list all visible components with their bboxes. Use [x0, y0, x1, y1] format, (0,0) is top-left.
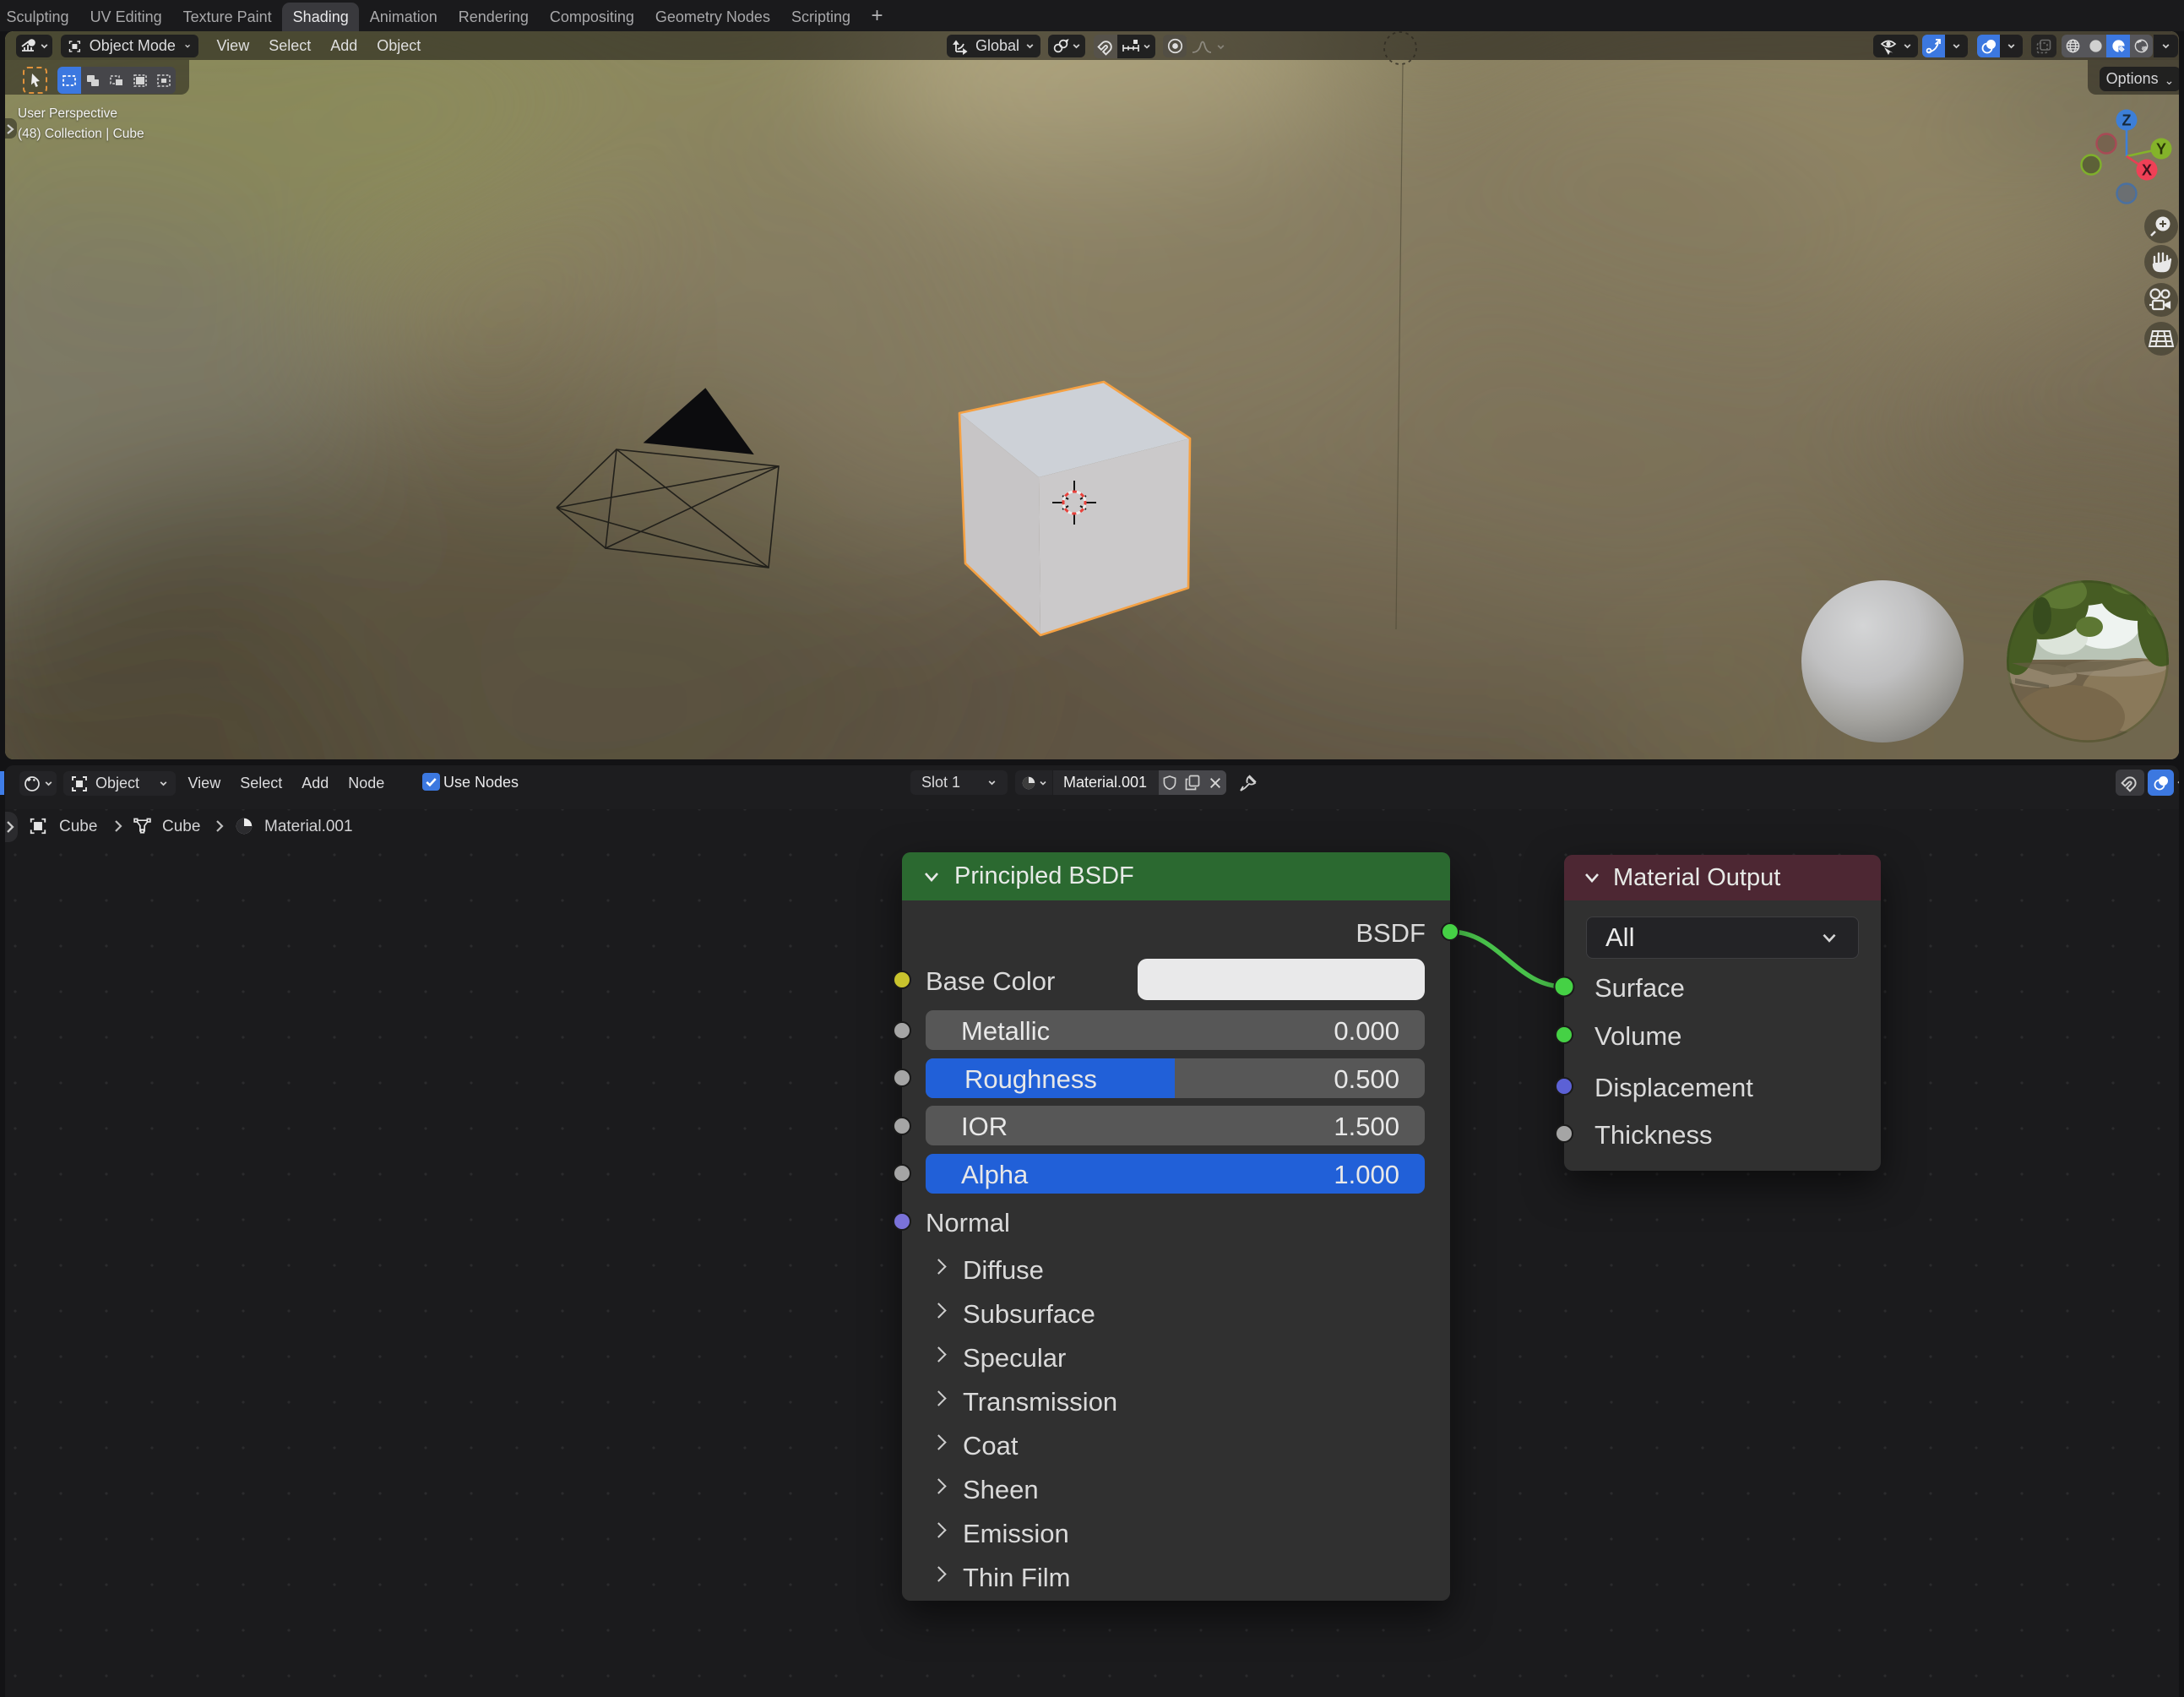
svg-text:Y: Y [2156, 141, 2166, 158]
svg-text:Z: Z [2122, 112, 2132, 129]
svg-text:X: X [2142, 162, 2152, 179]
